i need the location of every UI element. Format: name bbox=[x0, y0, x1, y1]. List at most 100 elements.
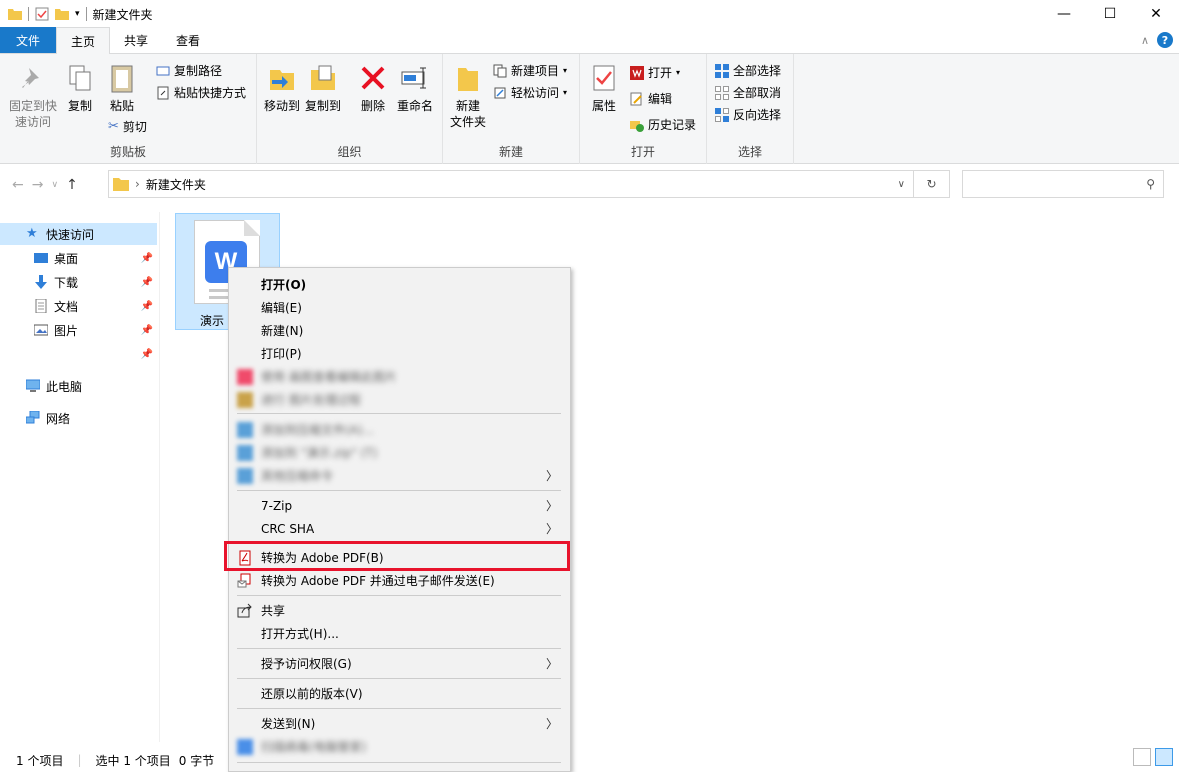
pin-icon[interactable]: 📌 bbox=[141, 253, 153, 264]
easy-access-button[interactable]: 轻松访问 ▾ bbox=[493, 84, 567, 101]
delete-button[interactable]: 删除 bbox=[357, 62, 389, 114]
sidebar-item-downloads[interactable]: 下载 📌 bbox=[0, 271, 157, 293]
history-button[interactable]: 历史记录 bbox=[630, 116, 696, 133]
easy-access-icon bbox=[494, 87, 506, 98]
select-none-button[interactable]: 全部取消 bbox=[715, 84, 781, 101]
submenu-arrow-icon: 〉 bbox=[545, 657, 558, 671]
new-folder-button[interactable]: 新建 文件夹 bbox=[448, 62, 488, 130]
menu-item-restore-versions[interactable]: 还原以前的版本(V) bbox=[229, 682, 570, 705]
back-arrow-icon[interactable]: ← bbox=[12, 177, 24, 193]
select-none-icon bbox=[715, 85, 729, 100]
new-folder-icon[interactable] bbox=[55, 8, 69, 20]
large-icons-view-button[interactable] bbox=[1155, 748, 1173, 766]
quick-access-toolbar: ▾ bbox=[0, 7, 87, 21]
item-count: 1 个项目 bbox=[16, 753, 64, 768]
menu-item-grant-access[interactable]: 授予访问权限(G) 〉 bbox=[229, 652, 570, 675]
tab-home[interactable]: 主页 bbox=[56, 27, 111, 54]
tab-share[interactable]: 共享 bbox=[110, 27, 162, 53]
download-arrow-icon bbox=[35, 275, 47, 289]
sidebar-item-documents[interactable]: 文档 📌 bbox=[0, 295, 157, 317]
menu-item-open[interactable]: 打开(O) bbox=[229, 273, 570, 296]
menu-item-crc-sha[interactable]: CRC SHA 〉 bbox=[229, 517, 570, 540]
collapse-ribbon-icon[interactable]: ∧ bbox=[1141, 34, 1149, 47]
sidebar-item-this-pc[interactable]: 此电脑 bbox=[0, 375, 157, 397]
copy-to-button[interactable]: 复制到 bbox=[303, 62, 343, 114]
history-icon bbox=[630, 120, 644, 132]
menu-item-new[interactable]: 新建(N) bbox=[229, 319, 570, 342]
select-group: 全部选择 全部取消 反向选择 选择 bbox=[707, 54, 794, 164]
sidebar-item-network[interactable]: 网络 bbox=[0, 407, 157, 429]
sidebar-item-quick-access[interactable]: ★ 快速访问 bbox=[0, 223, 157, 245]
move-to-button[interactable]: 移动到 bbox=[262, 62, 302, 114]
blurred-app-icon bbox=[237, 391, 253, 408]
sidebar-item-unnamed[interactable]: 📌 bbox=[0, 343, 157, 365]
copy-path-button[interactable]: 复制路径 bbox=[156, 62, 222, 79]
tab-file[interactable]: 文件 bbox=[0, 27, 57, 53]
cut-button[interactable]: ✂ 剪切 bbox=[108, 118, 147, 135]
menu-item-share[interactable]: 共享 bbox=[229, 599, 570, 622]
menu-item-send-to[interactable]: 发送到(N) 〉 bbox=[229, 712, 570, 735]
menu-item-edit[interactable]: 编辑(E) bbox=[229, 296, 570, 319]
close-button[interactable]: ✕ bbox=[1133, 0, 1179, 28]
menu-item-blurred-1[interactable]: 使用 画图查看编辑此图片 bbox=[229, 365, 570, 388]
menu-item-blurred-3[interactable]: 添加到压缩文件(A)... bbox=[229, 418, 570, 441]
minimize-button[interactable]: — bbox=[1041, 0, 1087, 28]
tab-view[interactable]: 查看 bbox=[162, 27, 214, 53]
forward-arrow-icon[interactable]: → bbox=[32, 177, 44, 193]
selected-size: 0 字节 bbox=[178, 753, 215, 768]
edit-button[interactable]: 编辑 bbox=[630, 90, 672, 107]
blurred-archive-icon bbox=[237, 467, 253, 484]
new-item-button[interactable]: 新建项目 ▾ bbox=[493, 62, 567, 79]
rename-button[interactable]: 重命名 bbox=[395, 62, 435, 114]
pin-icon[interactable]: 📌 bbox=[141, 277, 153, 288]
refresh-button[interactable]: ↻ bbox=[914, 170, 950, 198]
menu-item-open-with[interactable]: 打开方式(H)... bbox=[229, 622, 570, 645]
properties-icon[interactable] bbox=[35, 7, 49, 21]
adobe-pdf-email-icon bbox=[237, 573, 251, 587]
menu-item-convert-to-pdf-email[interactable]: 转换为 Adobe PDF 并通过电子邮件发送(E) bbox=[229, 569, 570, 592]
menu-item-blurred-2[interactable]: 进行 图片处理过程 bbox=[229, 388, 570, 411]
pin-icon[interactable]: 📌 bbox=[141, 349, 153, 360]
invert-selection-button[interactable]: 反向选择 bbox=[715, 106, 781, 123]
new-folder-icon bbox=[458, 68, 478, 91]
up-arrow-icon[interactable]: ↑ bbox=[66, 177, 78, 193]
address-bar[interactable]: › 新建文件夹 ∨ bbox=[108, 170, 914, 198]
pin-icon bbox=[22, 68, 39, 88]
open-group-label: 打开 bbox=[630, 145, 655, 159]
address-dropdown-icon[interactable]: ∨ bbox=[898, 179, 905, 190]
pin-quick-access-button[interactable]: 固定到快 速访问 bbox=[6, 62, 60, 130]
pin-icon[interactable]: 📌 bbox=[141, 325, 153, 336]
copy-icon bbox=[69, 65, 91, 91]
breadcrumb-current[interactable]: 新建文件夹 bbox=[146, 176, 206, 193]
network-icon bbox=[26, 411, 40, 424]
pin-icon[interactable]: 📌 bbox=[141, 301, 153, 312]
status-bar: 1 个项目 | 选中 1 个项目 0 字节 bbox=[16, 753, 215, 768]
scissors-icon: ✂ bbox=[108, 119, 119, 134]
menu-item-7zip[interactable]: 7-Zip 〉 bbox=[229, 494, 570, 517]
help-icon[interactable]: ? bbox=[1157, 32, 1173, 48]
customize-chevron-icon[interactable]: ▾ bbox=[75, 9, 80, 19]
menu-item-blurred-4[interactable]: 添加到 "演示.zip" (T) bbox=[229, 441, 570, 464]
maximize-button[interactable]: ☐ bbox=[1087, 0, 1133, 28]
delete-x-icon bbox=[361, 66, 385, 90]
sidebar-item-desktop[interactable]: 桌面 📌 bbox=[0, 247, 157, 269]
open-button[interactable]: 打开 ▾ bbox=[630, 64, 680, 81]
share-icon bbox=[237, 603, 252, 617]
select-all-button[interactable]: 全部选择 bbox=[715, 62, 781, 79]
details-view-button[interactable] bbox=[1133, 748, 1151, 766]
menu-item-print[interactable]: 打印(P) bbox=[229, 342, 570, 365]
paste-shortcut-button[interactable]: 粘贴快捷方式 bbox=[156, 84, 246, 101]
sidebar-item-pictures[interactable]: 图片 📌 bbox=[0, 319, 157, 341]
search-icon: ⚲ bbox=[1146, 177, 1155, 191]
paste-button[interactable]: 粘贴 bbox=[104, 62, 140, 114]
search-input[interactable]: ⚲ bbox=[962, 170, 1164, 198]
blurred-archive-icon bbox=[237, 444, 253, 461]
blurred-archive-icon bbox=[237, 421, 253, 438]
context-menu: 打开(O) 编辑(E) 新建(N) 打印(P) 使用 画图查看编辑此图片 进行 … bbox=[228, 267, 571, 772]
menu-item-blurred-6[interactable]: 扫描病毒(电脑管家) bbox=[229, 735, 570, 758]
properties-button[interactable]: 属性 bbox=[586, 62, 622, 114]
recent-chevron-icon[interactable]: ∨ bbox=[51, 180, 58, 190]
copy-button[interactable]: 复制 bbox=[64, 62, 96, 114]
ribbon-tabs: 文件 主页 共享 查看 ∧ ? bbox=[0, 27, 1179, 54]
menu-item-blurred-5[interactable]: 其他压缩命令 〉 bbox=[229, 464, 570, 487]
